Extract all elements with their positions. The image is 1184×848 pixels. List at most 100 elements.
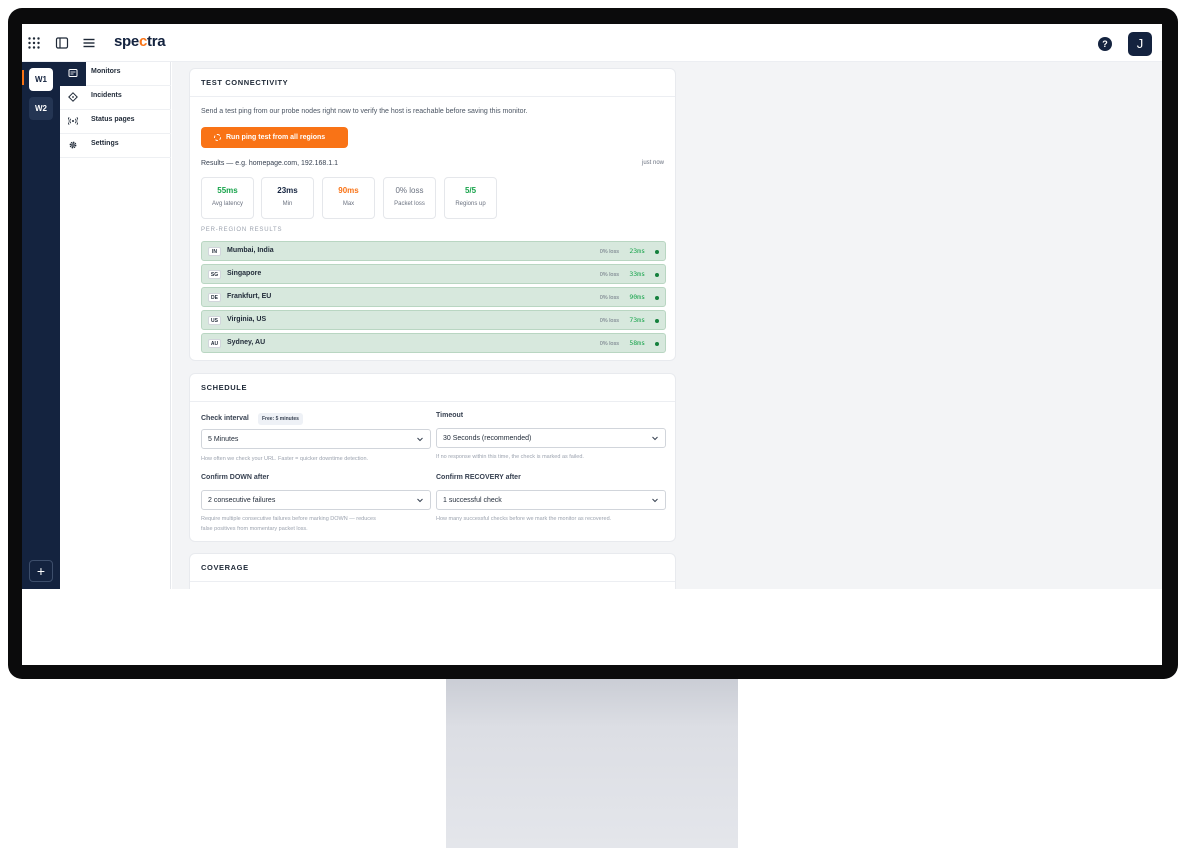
sidebar-item-settings[interactable]: Settings bbox=[60, 134, 171, 158]
top-bar: spectra ? J bbox=[22, 24, 1162, 62]
timeout-label: Timeout bbox=[436, 412, 464, 419]
region-row-mumbai: IN Mumbai, India 0% loss 23ms bbox=[201, 241, 666, 261]
confirm-down-hint: false positives from momentary packet lo… bbox=[201, 526, 308, 532]
stat-regions-up: 5/5 Regions up bbox=[444, 177, 497, 219]
select-value: 2 consecutive failures bbox=[208, 497, 276, 504]
menu-icon[interactable] bbox=[82, 36, 96, 50]
region-name: Singapore bbox=[227, 270, 262, 277]
active-workspace-indicator bbox=[22, 70, 24, 85]
check-interval-label: Check interval bbox=[201, 415, 249, 422]
monitor-icon bbox=[68, 69, 78, 77]
region-name: Sydney, AU bbox=[227, 339, 266, 346]
main-content: TEST CONNECTIVITY Send a test ping from … bbox=[172, 62, 1162, 589]
region-name: Virginia, US bbox=[227, 316, 267, 323]
confirm-recovery-label: Confirm RECOVERY after bbox=[436, 474, 521, 481]
coverage-card: COVERAGE bbox=[189, 553, 676, 589]
region-latency: 90ms bbox=[629, 293, 645, 301]
sidebar-item-label: Status pages bbox=[91, 116, 135, 123]
stat-label: Avg latency bbox=[212, 201, 243, 207]
sidebar-toggle-icon[interactable] bbox=[55, 36, 69, 50]
chevron-down-icon bbox=[417, 498, 423, 503]
card-title: COVERAGE bbox=[190, 554, 675, 582]
region-name: Mumbai, India bbox=[227, 247, 274, 254]
confirm-down-hint: Require multiple consecutive failures be… bbox=[201, 516, 376, 522]
region-code: AU bbox=[208, 339, 221, 348]
check-interval-hint: How often we check your URL. Faster = qu… bbox=[201, 456, 369, 462]
chevron-down-icon bbox=[652, 498, 658, 503]
region-loss: 0% loss bbox=[599, 295, 619, 301]
help-icon[interactable]: ? bbox=[1098, 37, 1112, 51]
select-value: 1 successful check bbox=[443, 497, 502, 504]
region-code: DE bbox=[208, 293, 221, 302]
region-loss: 0% loss bbox=[599, 341, 619, 347]
region-name: Frankfurt, EU bbox=[227, 293, 272, 300]
chevron-down-icon bbox=[417, 437, 423, 442]
free-plan-badge: Free: 5 minutes bbox=[258, 413, 303, 425]
results-label: Results — e.g. homepage.com, 192.168.1.1 bbox=[201, 160, 338, 167]
sidebar-item-label: Monitors bbox=[91, 68, 121, 75]
region-loss: 0% loss bbox=[599, 272, 619, 278]
stat-label: Regions up bbox=[455, 201, 486, 207]
region-latency: 58ms bbox=[629, 339, 645, 347]
workspace-w2[interactable]: W2 bbox=[29, 97, 53, 120]
region-row-singapore: SG Singapore 0% loss 33ms bbox=[201, 264, 666, 284]
select-value: 30 Seconds (recommended) bbox=[443, 435, 532, 442]
stat-value: 0% loss bbox=[395, 186, 424, 195]
app-logo[interactable]: spectra bbox=[114, 33, 166, 50]
logo-accent: c bbox=[138, 33, 147, 50]
sidebar-item-incidents[interactable]: Incidents bbox=[60, 86, 171, 110]
sidebar-item-label: Settings bbox=[91, 140, 119, 147]
confirm-down-select[interactable]: 2 consecutive failures bbox=[201, 490, 431, 510]
region-loss: 0% loss bbox=[599, 249, 619, 255]
monitor-stand bbox=[446, 676, 738, 848]
stat-value: 23ms bbox=[277, 186, 298, 195]
card-title: TEST CONNECTIVITY bbox=[190, 69, 675, 97]
stat-max: 90ms Max bbox=[322, 177, 375, 219]
schedule-card: SCHEDULE Check interval Free: 5 minutes … bbox=[189, 373, 676, 542]
sidebar-item-monitors[interactable]: Monitors bbox=[60, 62, 171, 86]
status-dot bbox=[655, 273, 659, 277]
run-ping-test-button[interactable]: Run ping test from all regions bbox=[201, 127, 348, 148]
stat-label: Min bbox=[282, 201, 293, 207]
results-timestamp: just now bbox=[641, 160, 664, 166]
connectivity-description: Send a test ping from our probe nodes ri… bbox=[201, 108, 528, 115]
stat-value: 90ms bbox=[338, 186, 359, 195]
stat-min: 23ms Min bbox=[261, 177, 314, 219]
stat-label: Max bbox=[342, 201, 355, 207]
status-dot bbox=[655, 319, 659, 323]
button-label: Run ping test from all regions bbox=[226, 134, 326, 141]
region-loss: 0% loss bbox=[599, 318, 619, 324]
confirm-recovery-hint: How many successful checks before we mar… bbox=[436, 516, 612, 522]
confirm-recovery-select[interactable]: 1 successful check bbox=[436, 490, 666, 510]
diamond-alert-icon bbox=[68, 92, 78, 102]
sidebar-nav: Monitors Incidents Status pages Settings bbox=[60, 62, 171, 589]
sidebar-item-label: Incidents bbox=[91, 92, 122, 99]
sidebar-item-status-pages[interactable]: Status pages bbox=[60, 110, 171, 134]
avatar[interactable]: J bbox=[1128, 32, 1152, 56]
status-dot bbox=[655, 296, 659, 300]
test-connectivity-card: TEST CONNECTIVITY Send a test ping from … bbox=[189, 68, 676, 361]
timeout-select[interactable]: 30 Seconds (recommended) bbox=[436, 428, 666, 448]
add-workspace-button[interactable]: + bbox=[29, 560, 53, 582]
broadcast-icon bbox=[68, 117, 78, 125]
workspace-rail: W1 W2 + bbox=[22, 62, 60, 589]
stat-avg-latency: 55ms Avg latency bbox=[201, 177, 254, 219]
region-latency: 23ms bbox=[629, 247, 645, 255]
region-code: SG bbox=[208, 270, 221, 279]
select-value: 5 Minutes bbox=[208, 436, 239, 443]
stat-value: 5/5 bbox=[464, 186, 477, 195]
card-title: SCHEDULE bbox=[190, 374, 675, 402]
region-row-sydney: AU Sydney, AU 0% loss 58ms bbox=[201, 333, 666, 353]
timeout-hint: If no response within this time, the che… bbox=[436, 454, 584, 460]
status-dot bbox=[655, 342, 659, 346]
check-interval-select[interactable]: 5 Minutes bbox=[201, 429, 431, 449]
logo-text: spe bbox=[114, 33, 139, 50]
logo-text-end: tra bbox=[147, 33, 166, 50]
region-latency: 73ms bbox=[629, 316, 645, 324]
apps-grid-icon[interactable] bbox=[27, 36, 41, 50]
screen: spectra ? J W1 W2 + Monitors Incidents S… bbox=[22, 24, 1162, 665]
region-row-virginia: US Virginia, US 0% loss 73ms bbox=[201, 310, 666, 330]
region-row-frankfurt: DE Frankfurt, EU 0% loss 90ms bbox=[201, 287, 666, 307]
loading-icon bbox=[214, 134, 221, 141]
workspace-w1[interactable]: W1 bbox=[29, 68, 53, 91]
